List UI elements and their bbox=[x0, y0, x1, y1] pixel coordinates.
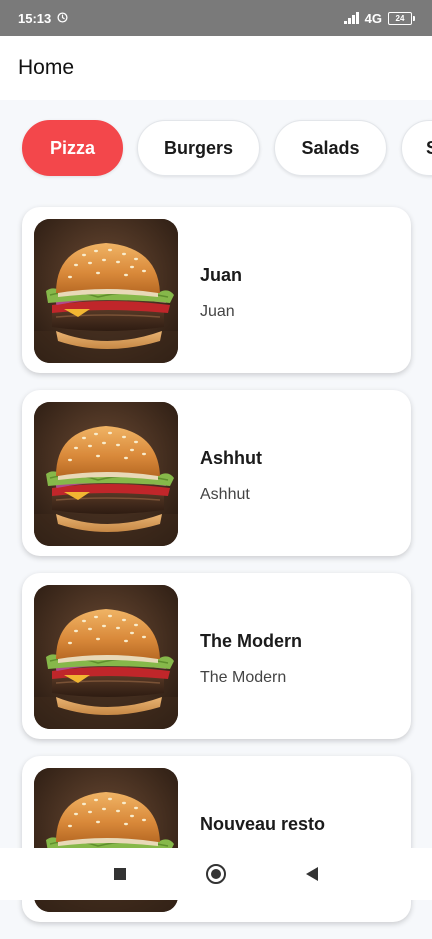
status-right: 4G 24 bbox=[343, 10, 415, 26]
category-chip-salads[interactable]: Salads bbox=[274, 120, 387, 176]
status-time: 15:13 bbox=[18, 10, 52, 26]
app-header: Home bbox=[0, 36, 432, 100]
restaurant-subtitle: Juan bbox=[200, 303, 235, 320]
restaurant-name: Juan bbox=[200, 265, 243, 285]
recent-apps-button[interactable] bbox=[106, 860, 134, 888]
page-title: Home bbox=[18, 56, 75, 79]
status-left: 15:13 bbox=[18, 11, 68, 26]
alarm-icon bbox=[57, 11, 68, 26]
signal-icon bbox=[343, 12, 359, 24]
restaurant-image bbox=[34, 402, 178, 546]
home-icon bbox=[206, 864, 226, 884]
restaurant-card[interactable]: The Modern The Modern bbox=[22, 573, 411, 739]
category-chip-label: Burgers bbox=[163, 137, 234, 158]
category-chip-label: Pizza bbox=[49, 137, 96, 158]
battery-icon: 24 bbox=[388, 11, 415, 25]
restaurant-subtitle: The Modern bbox=[200, 669, 287, 686]
network-type: 4G bbox=[364, 10, 382, 26]
restaurant-card[interactable]: Juan Juan bbox=[22, 207, 411, 373]
status-bar: 15:13 4G 24 bbox=[0, 0, 432, 36]
home-button[interactable] bbox=[202, 860, 230, 888]
restaurant-image bbox=[34, 585, 178, 729]
system-nav-bar bbox=[0, 848, 432, 900]
category-chip-label: Salads bbox=[301, 137, 360, 158]
back-button[interactable] bbox=[298, 860, 326, 888]
battery-level: 24 bbox=[395, 13, 405, 23]
category-chip-burgers[interactable]: Burgers bbox=[137, 120, 260, 176]
category-chip-pizza[interactable]: Pizza bbox=[22, 120, 123, 176]
category-bar[interactable]: Pizza Burgers Salads S bbox=[0, 118, 432, 180]
category-chip-row: Pizza Burgers Salads S bbox=[22, 120, 432, 176]
restaurant-subtitle: Ashhut bbox=[200, 486, 250, 503]
recent-apps-icon bbox=[114, 868, 126, 880]
category-chip-partial[interactable]: S bbox=[401, 120, 432, 176]
restaurant-image bbox=[34, 219, 178, 363]
restaurant-list[interactable]: Juan Juan Ashhut Ashhut The Modern The M… bbox=[22, 207, 411, 939]
restaurant-name: The Modern bbox=[200, 631, 302, 651]
back-icon bbox=[306, 867, 318, 881]
restaurant-card[interactable]: Ashhut Ashhut bbox=[22, 390, 411, 556]
restaurant-name: Nouveau resto bbox=[200, 814, 326, 834]
restaurant-name: Ashhut bbox=[200, 448, 262, 468]
category-chip-label: S bbox=[426, 138, 432, 159]
